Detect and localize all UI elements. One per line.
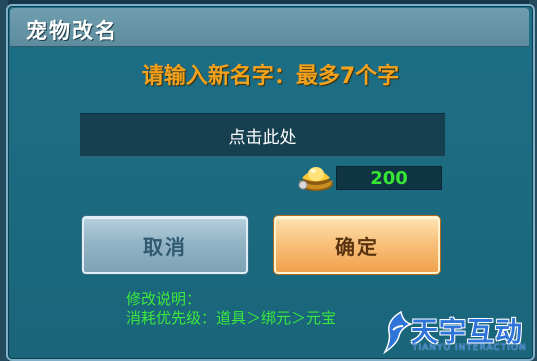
watermark-subtitle: TIANYU INTERACTION xyxy=(412,343,527,353)
new-name-placeholder: 点击此处 xyxy=(228,127,297,148)
confirm-button[interactable]: 确定 xyxy=(274,216,440,274)
cancel-button[interactable]: 取消 xyxy=(82,216,248,274)
dialog-title: 宠物改名 xyxy=(26,18,118,43)
rename-cost-value: 200 xyxy=(370,167,408,189)
notes-heading: 修改说明： xyxy=(126,290,202,308)
gold-ingot-icon xyxy=(298,167,333,191)
tianyu-logo-icon xyxy=(383,310,413,354)
new-name-input[interactable]: 点击此处 xyxy=(80,113,445,157)
rename-pet-dialog: 宠物改名 请输入新名字：最多7个字 点击此处 200 取消 确定 修改说明： 消… xyxy=(6,4,535,361)
rename-prompt: 请输入新名字：最多7个字 xyxy=(141,64,400,89)
dialog-title-bar: 宠物改名 xyxy=(10,8,529,47)
brand-watermark: 天宇互动 TIANYU INTERACTION xyxy=(381,310,531,357)
rename-notes: 修改说明： 消耗优先级：道具＞绑元＞元宝 xyxy=(126,290,336,328)
confirm-button-label: 确定 xyxy=(335,234,379,259)
rename-cost: 200 xyxy=(336,166,442,190)
cancel-button-label: 取消 xyxy=(143,234,187,259)
notes-priority: 消耗优先级：道具＞绑元＞元宝 xyxy=(126,309,337,327)
